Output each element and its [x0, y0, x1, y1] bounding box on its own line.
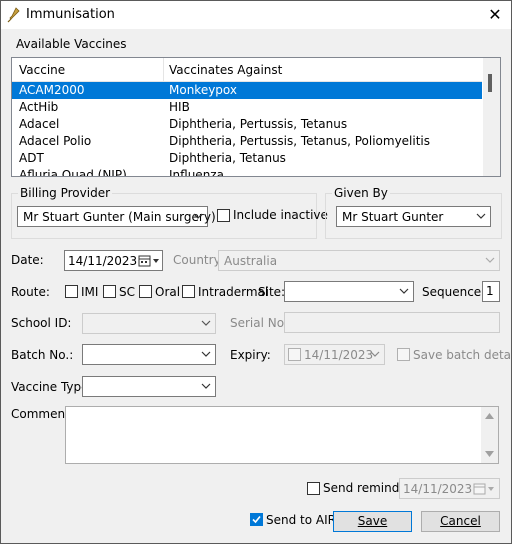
- route-oral-checkbox[interactable]: [139, 285, 152, 298]
- send-to-air-label: Send to AIR: [266, 513, 336, 527]
- vaccine-type-select[interactable]: [82, 376, 216, 397]
- vaccine-list[interactable]: Vaccine Vaccinates Against ACAM2000 Monk…: [11, 57, 501, 177]
- vaccine-against: Influenza: [169, 168, 224, 177]
- comment-textarea[interactable]: [65, 406, 499, 464]
- route-sc-label: SC: [119, 285, 135, 299]
- vaccine-row[interactable]: ADT Diphtheria, Tetanus: [12, 150, 482, 167]
- sequence-label: Sequence:: [422, 285, 486, 299]
- include-inactive-checkbox[interactable]: [217, 209, 230, 222]
- route-label: Route:: [11, 285, 50, 299]
- expiry-checkbox[interactable]: [288, 348, 301, 361]
- reminder-date-value: 14/11/2023: [403, 482, 473, 496]
- chevron-down-icon: [201, 320, 211, 326]
- save-batch-checkbox[interactable]: [397, 348, 410, 361]
- vaccine-list-header: Vaccine Vaccinates Against: [12, 58, 482, 82]
- calendar-icon[interactable]: [138, 254, 160, 268]
- reminder-date-picker[interactable]: 14/11/2023: [399, 478, 500, 499]
- checkmark-icon: [252, 515, 261, 524]
- expiry-label: Expiry:: [230, 348, 271, 362]
- date-picker[interactable]: 14/11/2023: [64, 250, 163, 271]
- column-header-vaccine[interactable]: Vaccine: [19, 63, 65, 77]
- vaccine-list-scrollbar[interactable]: [483, 58, 500, 176]
- vaccine-row[interactable]: Adacel Diphtheria, Pertussis, Tetanus: [12, 116, 482, 133]
- save-button[interactable]: Save: [333, 511, 412, 532]
- vaccine-type-label: Vaccine Type:: [11, 380, 93, 394]
- site-label: Site:: [258, 285, 286, 299]
- vaccine-against: Diphtheria, Pertussis, Tetanus: [169, 117, 348, 131]
- batch-no-label: Batch No.:: [11, 348, 74, 362]
- country-select[interactable]: Australia: [218, 250, 500, 271]
- vaccine-against: Diphtheria, Pertussis, Tetanus, Poliomye…: [169, 134, 431, 148]
- vaccine-name: ACAM2000: [19, 83, 85, 97]
- route-imi-checkbox[interactable]: [65, 285, 78, 298]
- expiry-date-picker[interactable]: 14/11/2023: [284, 344, 385, 365]
- close-icon: ✕: [488, 5, 502, 24]
- scroll-down-icon[interactable]: [485, 451, 494, 457]
- vaccine-against: Diphtheria, Tetanus: [169, 151, 286, 165]
- chevron-down-icon: [201, 383, 211, 389]
- country-value: Australia: [224, 254, 278, 268]
- cancel-button-label: Cancel: [440, 514, 481, 528]
- chevron-down-icon: [399, 288, 409, 294]
- chevron-down-icon: [476, 213, 486, 219]
- sequence-input[interactable]: 1: [482, 281, 500, 302]
- serial-no-input[interactable]: [284, 312, 500, 333]
- save-batch-label: Save batch details: [413, 348, 512, 362]
- chevron-down-icon: [370, 351, 380, 357]
- billing-provider-label: Billing Provider: [18, 186, 113, 200]
- syringe-icon: [7, 7, 20, 23]
- vaccine-row[interactable]: ActHib HIB: [12, 99, 482, 116]
- calendar-icon[interactable]: [473, 482, 495, 496]
- given-by-value: Mr Stuart Gunter: [342, 210, 444, 224]
- chevron-down-icon: [193, 213, 203, 219]
- expiry-value: 14/11/2023: [304, 348, 374, 362]
- given-by-select[interactable]: Mr Stuart Gunter: [336, 206, 491, 227]
- column-divider[interactable]: [163, 58, 164, 81]
- batch-no-select[interactable]: [82, 344, 216, 365]
- date-value: 14/11/2023: [68, 254, 138, 268]
- vaccine-row[interactable]: Afluria Quad (NIP) Influenza: [12, 167, 482, 177]
- send-to-air-checkbox[interactable]: [250, 513, 263, 526]
- vaccine-name: Adacel: [19, 117, 60, 131]
- school-id-select[interactable]: [82, 313, 216, 334]
- serial-no-label: Serial No.:: [230, 316, 292, 330]
- route-imi-label: IMI: [81, 285, 99, 299]
- chevron-down-icon: [201, 351, 211, 357]
- route-sc-checkbox[interactable]: [103, 285, 116, 298]
- given-by-label: Given By: [332, 186, 390, 200]
- scrollbar-thumb[interactable]: [488, 74, 492, 92]
- vaccine-name: ADT: [19, 151, 44, 165]
- vaccine-name: Afluria Quad (NIP): [19, 168, 127, 177]
- vaccine-name: ActHib: [19, 100, 59, 114]
- billing-provider-select[interactable]: Mr Stuart Gunter (Main surgery): [17, 206, 216, 227]
- date-label: Date:: [11, 253, 44, 267]
- route-oral-label: Oral: [155, 285, 181, 299]
- vaccine-row[interactable]: Adacel Polio Diphtheria, Pertussis, Teta…: [12, 133, 482, 150]
- window-title: Immunisation: [26, 7, 115, 22]
- include-inactive-label: Include inactive: [233, 208, 328, 222]
- vaccine-against: Monkeypox: [169, 83, 237, 97]
- route-intradermal-checkbox[interactable]: [182, 285, 195, 298]
- comment-scrollbar[interactable]: [481, 407, 498, 463]
- immunisation-dialog: Immunisation ✕ Available Vaccines Vaccin…: [0, 0, 512, 544]
- chevron-down-icon: [485, 257, 495, 263]
- vaccine-against: HIB: [169, 100, 190, 114]
- school-id-label: School ID:: [11, 316, 72, 330]
- close-button[interactable]: ✕: [479, 1, 511, 29]
- send-reminder-checkbox[interactable]: [307, 482, 320, 495]
- site-select[interactable]: [284, 281, 414, 302]
- column-header-vaccinates-against[interactable]: Vaccinates Against: [169, 63, 282, 77]
- title-bar: Immunisation ✕: [1, 1, 511, 29]
- scroll-up-icon[interactable]: [485, 413, 494, 419]
- available-vaccines-label: Available Vaccines: [16, 37, 127, 51]
- cancel-button[interactable]: Cancel: [421, 511, 500, 532]
- country-label: Country:: [173, 253, 224, 267]
- vaccine-row[interactable]: ACAM2000 Monkeypox: [12, 82, 482, 99]
- vaccine-name: Adacel Polio: [19, 134, 92, 148]
- billing-provider-value: Mr Stuart Gunter (Main surgery): [23, 210, 216, 224]
- save-button-label: Save: [357, 514, 388, 528]
